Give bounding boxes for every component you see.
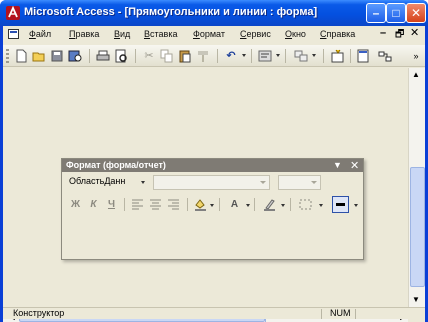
menu-view[interactable]: Вид [114, 29, 130, 39]
bold-button[interactable]: Ж [68, 197, 83, 212]
underline-button[interactable]: Ч [104, 197, 119, 212]
menu-help[interactable]: Справка [320, 29, 355, 39]
menu-format[interactable]: Формат [193, 29, 225, 39]
format-painter-icon[interactable] [195, 48, 211, 64]
scroll-down-arrow-icon[interactable]: ▼ [412, 295, 420, 304]
line-width-dropdown-icon[interactable] [354, 204, 358, 207]
fill-color-dropdown-icon[interactable] [210, 204, 214, 207]
form-design-workspace[interactable]: ▲ ▼ ◀ ▶ Формат (форма/отчет) ▼ ✕ Област [3, 68, 425, 322]
maximize-button[interactable]: □ [386, 3, 406, 23]
toolbar-separator [323, 49, 324, 63]
access-key-icon [6, 5, 20, 20]
toolbar-separator [124, 198, 125, 211]
status-bar: Конструктор NUM [3, 307, 425, 319]
vertical-scroll-thumb[interactable] [410, 167, 425, 287]
build-icon[interactable] [377, 48, 393, 64]
align-left-icon[interactable] [130, 197, 145, 212]
view-icon[interactable] [257, 48, 273, 64]
close-button[interactable]: ✕ [406, 3, 426, 23]
menu-file[interactable]: Файл [29, 29, 51, 39]
status-view-mode: Конструктор [13, 308, 65, 318]
toolbar-separator [187, 198, 188, 211]
menu-insert[interactable]: Вставка [144, 29, 177, 39]
toolbar-separator [350, 49, 351, 63]
format-toolbar: Формат (форма/отчет) ▼ ✕ ОбластьДанн Ж К… [61, 158, 364, 260]
toolbar-separator [285, 49, 286, 63]
menu-tools[interactable]: Сервис [240, 29, 271, 39]
document-close-button[interactable]: ✕ [410, 26, 419, 39]
format-toolbar-row-fonts: ОбластьДанн [62, 173, 363, 192]
font-name-dropdown-icon[interactable] [260, 181, 266, 184]
format-toolbar-title: Формат (форма/отчет) [66, 160, 166, 170]
form-design-toolbar: ✂ ↶ » [3, 45, 425, 67]
font-color-dropdown-icon[interactable] [246, 204, 250, 207]
scroll-up-arrow-icon[interactable]: ▲ [412, 70, 420, 79]
menu-window[interactable]: Окно [285, 29, 306, 39]
copy-icon[interactable] [159, 48, 175, 64]
format-toolbar-close-icon[interactable]: ✕ [350, 159, 359, 172]
object-type-dropdown-icon[interactable] [312, 54, 316, 57]
format-toolbar-row-styles: Ж К Ч A [62, 195, 363, 215]
toolbar-separator [219, 198, 220, 211]
line-color-icon[interactable] [262, 197, 277, 212]
window-title: Microsoft Access - [Прямоугольники и лин… [24, 6, 318, 18]
status-divider [321, 309, 322, 319]
new-icon[interactable] [13, 48, 29, 64]
font-name-combo[interactable] [153, 175, 270, 190]
toolbar-separator [290, 198, 291, 211]
toolbar-separator [254, 198, 255, 211]
file-search-icon[interactable] [67, 48, 83, 64]
print-icon[interactable] [95, 48, 111, 64]
object-type-icon[interactable] [293, 48, 309, 64]
font-size-dropdown-icon[interactable] [311, 181, 317, 184]
line-width-icon[interactable] [332, 196, 349, 213]
border-style-dropdown-icon[interactable] [319, 204, 323, 207]
border-style-icon[interactable] [298, 197, 313, 212]
status-divider [355, 309, 356, 319]
menu-edit[interactable]: Правка [69, 29, 99, 39]
print-preview-icon[interactable] [113, 48, 129, 64]
paste-icon[interactable] [177, 48, 193, 64]
align-right-icon[interactable] [166, 197, 181, 212]
toolbar-separator [251, 49, 252, 63]
open-icon[interactable] [31, 48, 47, 64]
field-list-icon[interactable] [330, 48, 346, 64]
undo-icon[interactable]: ↶ [223, 48, 239, 64]
italic-button[interactable]: К [86, 197, 101, 212]
client-area: Файл Правка Вид Вставка Формат Сервис Ок… [3, 26, 425, 322]
view-dropdown-icon[interactable] [276, 54, 280, 57]
format-toolbar-title-bar[interactable]: Формат (форма/отчет) ▼ ✕ [62, 159, 363, 172]
save-icon[interactable] [49, 48, 65, 64]
access-window: Microsoft Access - [Прямоугольники и лин… [0, 0, 428, 322]
object-selector-dropdown-icon[interactable] [141, 181, 145, 184]
toolbar-separator [135, 49, 136, 63]
fill-color-icon[interactable] [193, 197, 208, 212]
vertical-scrollbar[interactable]: ▲ ▼ [408, 68, 425, 308]
toolbar-separator [217, 49, 218, 63]
font-color-icon[interactable]: A [227, 197, 242, 212]
minimize-button[interactable]: – [366, 3, 386, 23]
document-restore-button[interactable]: 🗗 [395, 27, 404, 44]
document-minimize-button[interactable]: – [380, 27, 386, 39]
fill-color-swatch [195, 209, 206, 211]
font-size-combo[interactable] [278, 175, 321, 190]
toolbar-options-icon[interactable]: » [408, 48, 424, 64]
toolbar-separator [89, 49, 90, 63]
align-center-icon[interactable] [148, 197, 163, 212]
menu-bar: Файл Правка Вид Вставка Формат Сервис Ок… [3, 26, 425, 43]
title-bar[interactable]: Microsoft Access - [Прямоугольники и лин… [0, 0, 428, 26]
properties-icon[interactable] [355, 48, 371, 64]
form-document-icon[interactable] [8, 29, 19, 39]
toolbar-options-dropdown-icon[interactable]: ▼ [333, 160, 342, 170]
status-num-lock: NUM [330, 308, 351, 318]
undo-dropdown-icon[interactable] [242, 54, 246, 57]
toolbar-grip[interactable] [6, 49, 9, 63]
line-color-dropdown-icon[interactable] [281, 204, 285, 207]
cut-icon[interactable]: ✂ [141, 48, 157, 64]
object-selector[interactable]: ОбластьДанн [69, 176, 125, 186]
